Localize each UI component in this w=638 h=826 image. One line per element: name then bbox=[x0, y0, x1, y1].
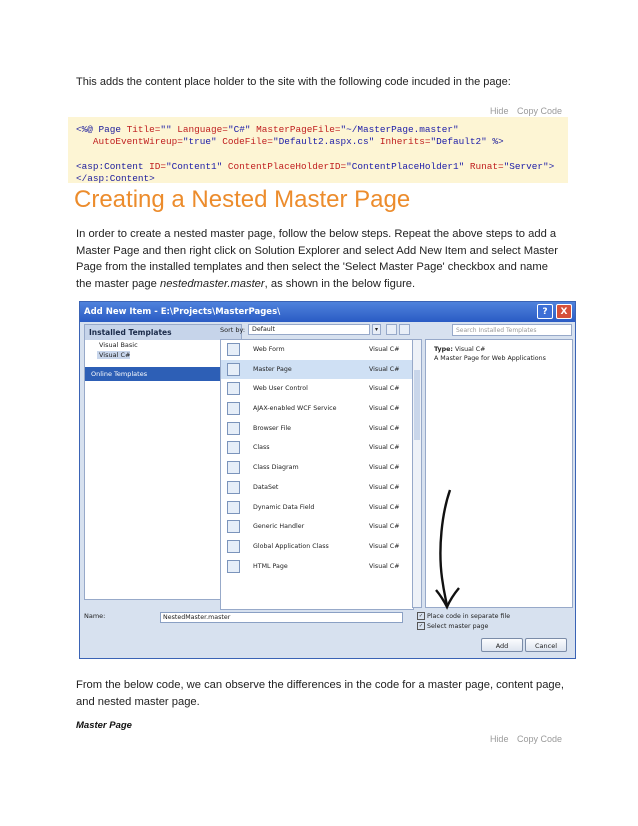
instructions-paragraph: In order to create a nested master page,… bbox=[76, 228, 558, 290]
list-view-icon[interactable] bbox=[386, 324, 397, 335]
template-name: Global Application Class bbox=[253, 542, 329, 550]
code-toolbar-2: Hide Copy Code bbox=[484, 734, 562, 744]
installed-templates-header[interactable]: Installed Templates bbox=[85, 325, 241, 340]
template-language: Visual C# bbox=[369, 424, 400, 432]
master-page-subheading: Master Page bbox=[76, 720, 132, 731]
template-icon bbox=[227, 382, 240, 396]
close-button[interactable]: X bbox=[556, 304, 572, 319]
template-list-item[interactable]: Class Diagram Visual C# bbox=[221, 458, 413, 478]
template-language: Visual C# bbox=[369, 523, 400, 531]
template-icon bbox=[227, 402, 240, 416]
template-name: Web User Control bbox=[253, 385, 308, 393]
hide-code-link[interactable]: Hide bbox=[490, 734, 509, 744]
template-list-item[interactable]: Browser File Visual C# bbox=[221, 419, 413, 439]
template-language: Visual C# bbox=[369, 483, 400, 491]
template-name: AJAX-enabled WCF Service bbox=[253, 405, 337, 413]
template-icon bbox=[227, 421, 240, 435]
template-language: Visual C# bbox=[369, 405, 400, 413]
template-language: Visual C# bbox=[369, 503, 400, 511]
template-icon bbox=[227, 480, 240, 494]
sort-by-label: Sort by: bbox=[220, 326, 246, 334]
template-name: HTML Page bbox=[253, 562, 288, 570]
hide-code-link[interactable]: Hide bbox=[490, 106, 509, 116]
comparison-paragraph: From the below code, we can observe the … bbox=[76, 679, 564, 708]
search-input[interactable]: Search Installed Templates bbox=[452, 324, 572, 336]
template-language: Visual C# bbox=[369, 346, 400, 353]
list-scrollbar[interactable] bbox=[412, 339, 422, 608]
template-language: Visual C# bbox=[369, 444, 400, 452]
template-icon bbox=[227, 362, 240, 376]
template-list-item[interactable]: Master Page Visual C# bbox=[221, 359, 413, 380]
template-name: Browser File bbox=[253, 424, 292, 432]
template-name: Dynamic Data Field bbox=[253, 503, 315, 511]
name-label: Name: bbox=[84, 612, 106, 620]
template-list-item[interactable]: Dynamic Data Field Visual C# bbox=[221, 498, 413, 518]
template-icon bbox=[227, 520, 240, 534]
template-list-item[interactable]: Global Application Class Visual C# bbox=[221, 537, 413, 557]
template-name: Class Diagram bbox=[253, 464, 299, 472]
intro-text: This adds the content place holder to th… bbox=[76, 76, 511, 88]
chevron-down-icon[interactable]: ▾ bbox=[372, 324, 381, 335]
dialog-title: Add New Item - E:\Projects\MasterPages\ bbox=[84, 307, 281, 317]
template-list: Web Form Visual C# Master Page Visual C# Web… bbox=[220, 339, 414, 610]
template-list-item[interactable]: AJAX-enabled WCF Service Visual C# bbox=[221, 399, 413, 419]
cancel-button[interactable]: Cancel bbox=[525, 638, 567, 652]
type-description: A Master Page for Web Applications bbox=[434, 355, 546, 362]
section-heading: Creating a Nested Master Page bbox=[74, 186, 411, 213]
template-list-item[interactable]: HTML Page Visual C# bbox=[221, 557, 413, 577]
template-language: Visual C# bbox=[369, 464, 400, 472]
copy-code-link[interactable]: Copy Code bbox=[517, 734, 562, 744]
name-input[interactable]: NestedMaster.master bbox=[160, 612, 403, 623]
template-list-item[interactable]: Class Visual C# bbox=[221, 438, 413, 458]
grid-view-icon[interactable] bbox=[399, 324, 410, 335]
template-name: Web Form bbox=[253, 346, 285, 353]
template-icon bbox=[227, 559, 240, 573]
code-toolbar-1: Hide Copy Code bbox=[484, 106, 562, 116]
add-button[interactable]: Add bbox=[481, 638, 523, 652]
tree-item-visual-csharp[interactable]: Visual C# bbox=[97, 351, 131, 359]
select-master-checkbox[interactable]: ✓ Select master page bbox=[417, 622, 488, 630]
template-tree: Installed Templates Visual Basic Visual … bbox=[84, 324, 242, 600]
copy-code-link[interactable]: Copy Code bbox=[517, 106, 562, 116]
template-icon bbox=[227, 343, 240, 356]
template-language: Visual C# bbox=[369, 542, 400, 550]
dialog-titlebar: Add New Item - E:\Projects\MasterPages\ … bbox=[80, 302, 575, 322]
template-language: Visual C# bbox=[369, 562, 400, 570]
template-list-item[interactable]: DataSet Visual C# bbox=[221, 478, 413, 498]
template-list-item[interactable]: Web User Control Visual C# bbox=[221, 379, 413, 399]
template-icon bbox=[227, 539, 240, 553]
template-list-item[interactable]: Web Form Visual C# bbox=[221, 340, 413, 360]
template-name: Master Page bbox=[253, 365, 292, 373]
template-name: DataSet bbox=[253, 483, 279, 491]
add-new-item-dialog: Add New Item - E:\Projects\MasterPages\ … bbox=[79, 301, 576, 659]
template-list-item[interactable]: Generic Handler Visual C# bbox=[221, 517, 413, 537]
template-icon bbox=[227, 441, 240, 455]
code-block: <%@ Page Title="" Language="C#" MasterPa… bbox=[68, 117, 568, 184]
template-language: Visual C# bbox=[369, 365, 400, 373]
hand-drawn-arrow bbox=[435, 489, 460, 610]
template-icon bbox=[227, 461, 240, 475]
help-button[interactable]: ? bbox=[537, 304, 553, 319]
type-value: Visual C# bbox=[454, 346, 486, 353]
online-templates-item[interactable]: Online Templates bbox=[85, 367, 241, 381]
tree-item-visual-basic[interactable]: Visual Basic bbox=[85, 340, 241, 350]
template-name: Generic Handler bbox=[253, 523, 305, 531]
template-name: Class bbox=[253, 444, 270, 452]
place-code-checkbox[interactable]: ✓ Place code in separate file bbox=[417, 612, 510, 620]
type-label: Type: bbox=[434, 346, 453, 353]
template-icon bbox=[227, 500, 240, 514]
sort-by-select[interactable]: Default bbox=[248, 324, 370, 335]
template-language: Visual C# bbox=[369, 385, 400, 393]
